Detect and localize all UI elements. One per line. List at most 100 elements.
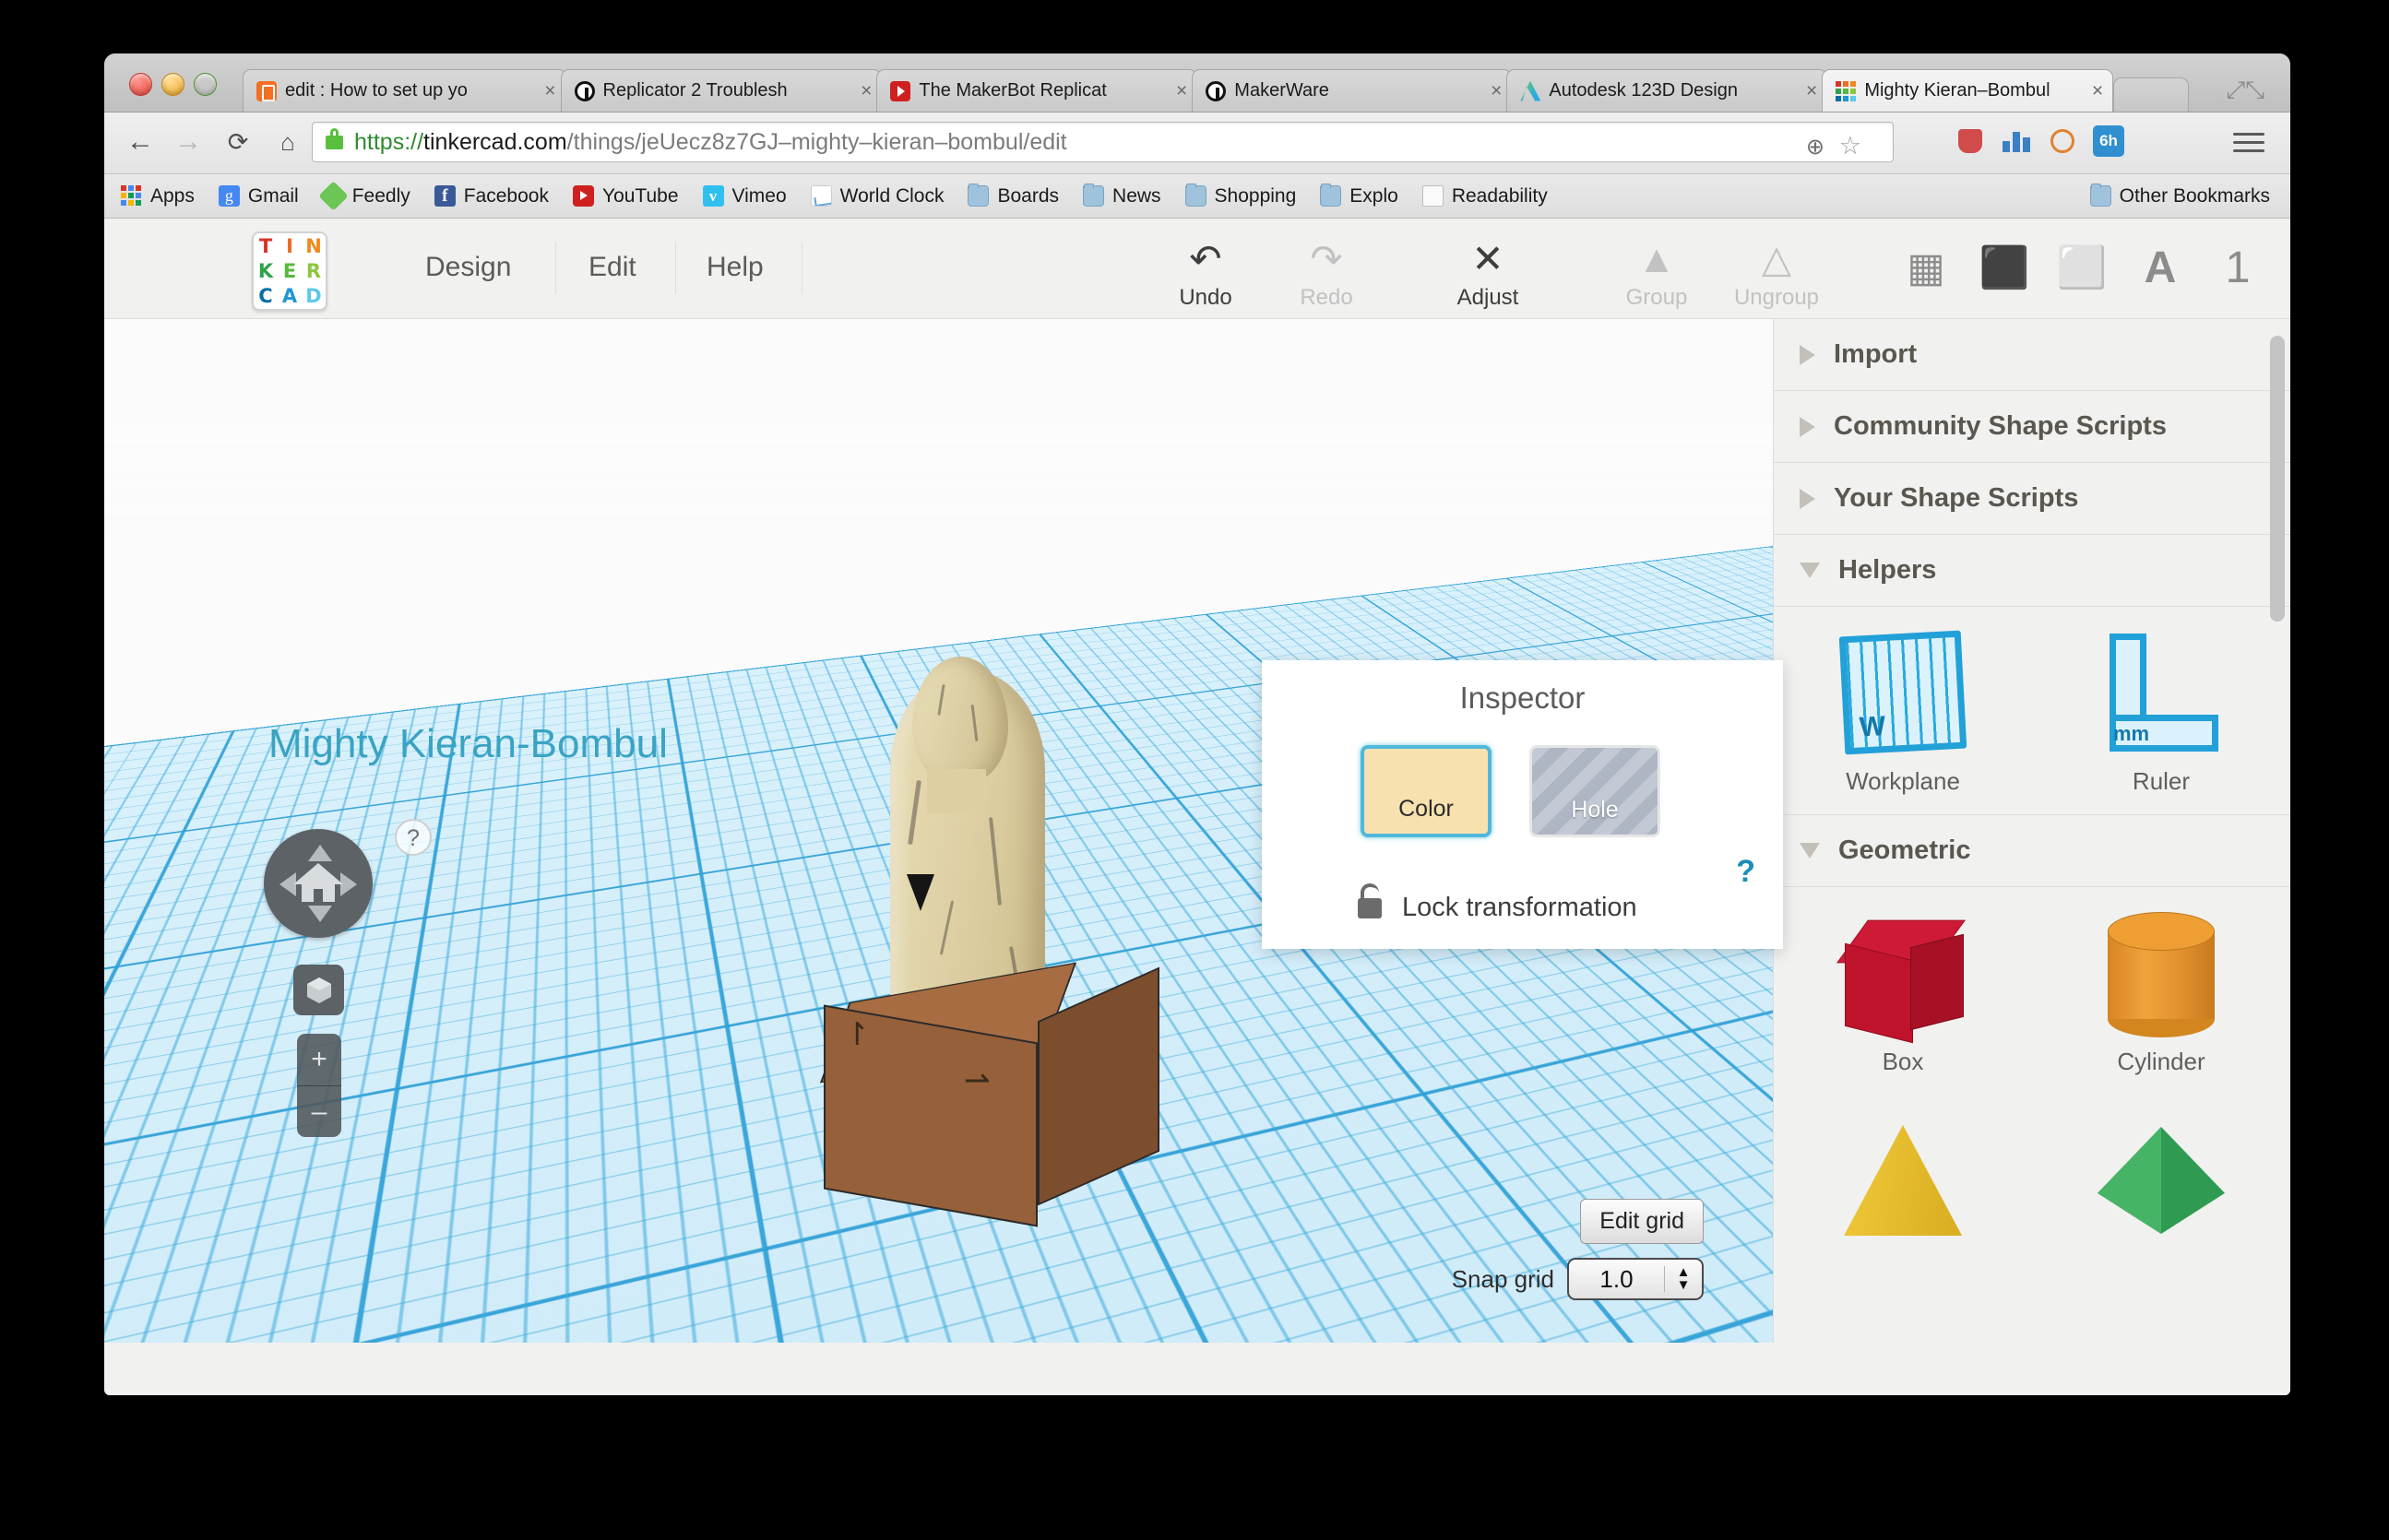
bookmark-label: Gmail xyxy=(247,184,299,207)
workplane-view-icon[interactable]: ▦ xyxy=(1898,241,1954,296)
panel-section-helpers[interactable]: Helpers xyxy=(1774,535,2290,607)
browser-tab-3[interactable]: The MakerBot Replicat × xyxy=(876,69,1198,112)
tinkercad-logo[interactable]: T I N K E R C A D xyxy=(252,231,327,311)
stepper-arrows-icon[interactable]: ▲ ▼ xyxy=(1664,1265,1702,1292)
shape-item-wedge[interactable] xyxy=(2032,1108,2290,1253)
browser-tab-6-active[interactable]: Mighty Kieran–Bombul × xyxy=(1822,69,2114,112)
zoom-in-button[interactable]: + xyxy=(297,1034,341,1086)
solid-cube-icon[interactable]: ⬛ xyxy=(1977,241,2032,296)
vimeo-icon: v xyxy=(702,185,724,207)
design-title[interactable]: Mighty Kieran-Bombul xyxy=(268,721,668,767)
6h-badge-icon[interactable]: 6h xyxy=(2093,125,2124,157)
zoom-controls[interactable]: + – xyxy=(297,1034,341,1137)
inspector-swatches: Color Hole ? xyxy=(1262,745,1783,889)
lock-transformation-row[interactable]: Lock transformation xyxy=(1358,883,1637,923)
pocket-icon[interactable] xyxy=(1955,125,1986,157)
bookmark-explo[interactable]: Explo xyxy=(1320,184,1398,207)
zoom-out-button[interactable]: – xyxy=(297,1086,341,1137)
panel-section-import[interactable]: Import xyxy=(1774,319,2290,391)
viewport-help-button[interactable]: ? xyxy=(395,819,432,856)
menu-edit[interactable]: Edit xyxy=(588,252,636,283)
bookmark-vimeo[interactable]: v Vimeo xyxy=(702,185,787,207)
tab-close-icon[interactable]: × xyxy=(1176,81,1187,101)
rotate-handle-left-icon[interactable]: ↾ xyxy=(844,1016,871,1053)
url-text: https://tinkercad.com/things/jeUecz8z7GJ… xyxy=(354,129,1067,156)
shape-item-ruler[interactable]: mm Ruler xyxy=(2032,620,2290,796)
inspector-help-button[interactable]: ? xyxy=(1736,854,1755,890)
bookmark-other-bookmarks[interactable]: Other Bookmarks xyxy=(2089,184,2270,207)
logo-letter: K xyxy=(257,259,274,282)
tab-close-icon[interactable]: × xyxy=(2092,81,2103,101)
bookmark-facebook[interactable]: f Facebook xyxy=(434,185,549,207)
shape-item-pyramid[interactable] xyxy=(1774,1108,2032,1253)
window-close-button[interactable] xyxy=(129,73,152,96)
adjust-button[interactable]: ✕ Adjust xyxy=(1432,237,1543,311)
bookmark-star-icon[interactable]: ☆ xyxy=(1839,132,1861,160)
home-button[interactable]: ⌂ xyxy=(270,125,305,159)
browser-menu-button[interactable] xyxy=(2233,127,2264,158)
pedestal-box[interactable]: ↾ ⇀ A ↺ xyxy=(819,874,1159,1227)
panel-section-community-shape-scripts[interactable]: Community Shape Scripts xyxy=(1774,391,2290,463)
reload-button[interactable]: ⟳ xyxy=(220,125,256,159)
group-button[interactable]: ▲ Group xyxy=(1601,237,1712,311)
chart-icon[interactable] xyxy=(2001,125,2032,157)
bookmark-apps[interactable]: Apps xyxy=(121,185,195,207)
view-navigation-control[interactable] xyxy=(264,829,373,938)
zoom-icon[interactable]: ⊕ xyxy=(1806,134,1824,160)
hole-swatch-button[interactable]: Hole xyxy=(1529,745,1660,837)
bookmark-boards[interactable]: Boards xyxy=(968,184,1059,207)
tab-close-icon[interactable]: × xyxy=(1806,81,1817,101)
home-icon[interactable] xyxy=(264,860,373,927)
tab-close-icon[interactable]: × xyxy=(1491,81,1502,101)
color-swatch-button[interactable]: Color xyxy=(1361,745,1492,837)
group-icon: ▲ xyxy=(1637,237,1676,280)
unlock-icon[interactable] xyxy=(1358,883,1382,918)
ungroup-button[interactable]: △ Ungroup xyxy=(1721,237,1832,311)
tab-close-icon[interactable]: × xyxy=(544,81,555,101)
fullscreen-icon[interactable]: ⤢⤡ xyxy=(2226,76,2264,105)
window-minimize-button[interactable] xyxy=(161,73,184,96)
panel-section-your-shape-scripts[interactable]: Your Shape Scripts xyxy=(1774,463,2290,535)
shape-item-box[interactable]: Box xyxy=(1774,900,2032,1076)
panel-scrollbar[interactable] xyxy=(2270,336,2285,622)
eye-icon[interactable] xyxy=(2047,125,2078,157)
bookmark-readability[interactable]: Readability xyxy=(1421,185,1548,207)
menu-help[interactable]: Help xyxy=(707,252,764,283)
redo-button[interactable]: ↷ Redo xyxy=(1271,237,1382,311)
bookmark-gmail[interactable]: g Gmail xyxy=(218,184,299,207)
rotate-handle-right-icon[interactable]: ⇀ xyxy=(964,1062,991,1099)
browser-tab-5[interactable]: Autodesk 123D Design × xyxy=(1506,69,1828,112)
forward-button[interactable]: → xyxy=(171,125,206,159)
bookmark-world-clock[interactable]: World Clock xyxy=(810,185,944,207)
browser-navbar: ← → ⟳ ⌂ https://tinkercad.com/things/jeU… xyxy=(104,113,2290,174)
cone-handle-icon[interactable] xyxy=(907,874,934,911)
new-tab-button[interactable] xyxy=(2113,77,2189,112)
back-button[interactable]: ← xyxy=(123,125,158,159)
browser-tab-4[interactable]: MakerWare × xyxy=(1192,69,1513,112)
edit-grid-button[interactable]: Edit grid xyxy=(1580,1199,1704,1244)
undo-button[interactable]: ↶ Undo xyxy=(1150,237,1261,311)
snap-grid-stepper[interactable]: 1.0 ▲ ▼ xyxy=(1567,1258,1704,1300)
helpers-shape-grid: Workplane mm Ruler xyxy=(1774,607,2290,815)
logo-letter: E xyxy=(282,259,297,282)
bookmark-feedly[interactable]: Feedly xyxy=(317,181,410,211)
shape-item-cylinder[interactable]: Cylinder xyxy=(2032,900,2290,1076)
bookmark-news[interactable]: News xyxy=(1083,184,1161,207)
star-shape-icon[interactable]: ★ xyxy=(2283,241,2290,296)
number-shape-icon[interactable]: 1 xyxy=(2210,241,2265,296)
panel-section-geometric[interactable]: Geometric xyxy=(1774,815,2290,887)
bookmark-youtube[interactable]: YouTube xyxy=(572,185,679,207)
browser-tab-2[interactable]: Replicator 2 Troublesh × xyxy=(560,69,883,112)
browser-tab-1[interactable]: edit : How to set up yo × xyxy=(243,69,566,112)
view-up-arrow-icon[interactable] xyxy=(308,845,332,861)
text-shape-icon[interactable]: A xyxy=(2133,241,2188,296)
fit-view-button[interactable] xyxy=(293,965,344,1015)
striped-cube-icon[interactable]: ⬜ xyxy=(2054,241,2110,296)
makerbot-icon xyxy=(1206,80,1227,101)
window-maximize-button[interactable] xyxy=(194,73,217,96)
shape-item-workplane[interactable]: Workplane xyxy=(1774,620,2032,796)
tab-close-icon[interactable]: × xyxy=(861,81,872,101)
bookmark-shopping[interactable]: Shopping xyxy=(1184,184,1296,207)
menu-design[interactable]: Design xyxy=(425,252,511,283)
address-bar[interactable]: https://tinkercad.com/things/jeUecz8z7GJ… xyxy=(312,122,1894,162)
